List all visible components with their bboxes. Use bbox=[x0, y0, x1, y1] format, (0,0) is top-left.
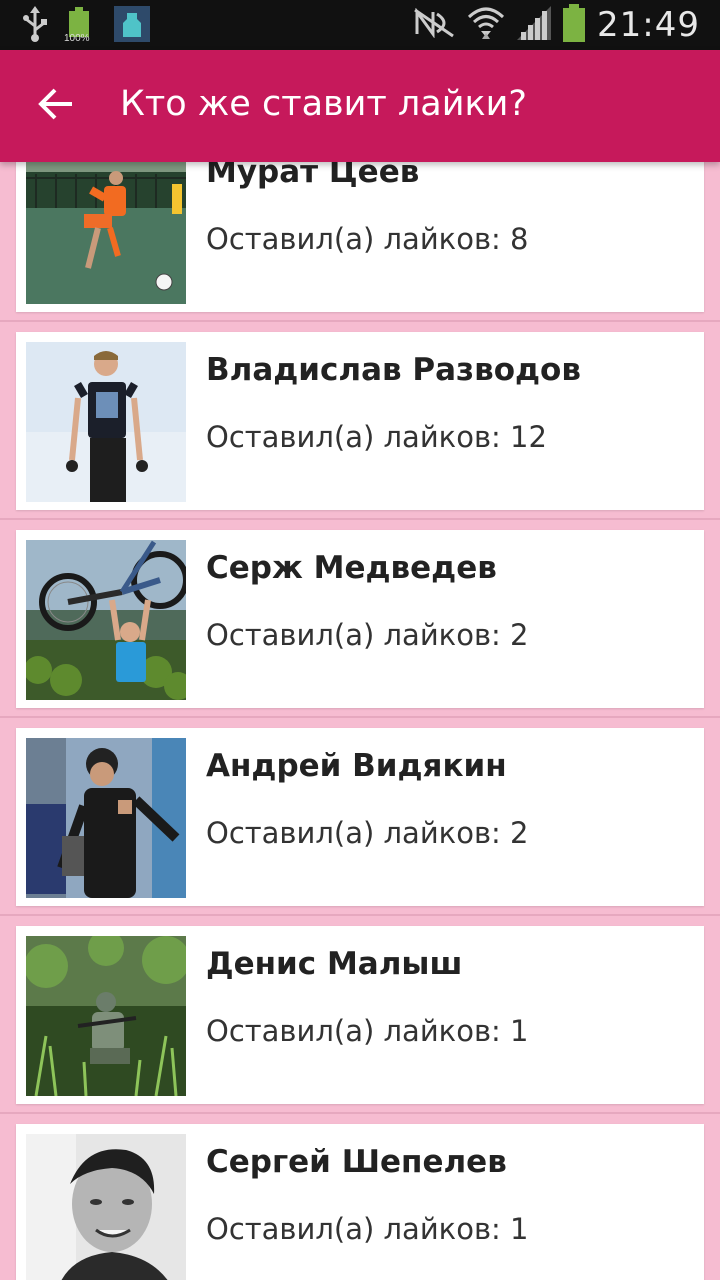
app-notification-icon bbox=[114, 6, 150, 47]
battery-icon bbox=[563, 3, 586, 47]
user-card[interactable]: Серж Медведев Оставил(а) лайков: 2 bbox=[16, 530, 704, 708]
user-name: Андрей Видякин bbox=[206, 748, 507, 784]
likes-count: Оставил(а) лайков: 12 bbox=[206, 420, 547, 454]
likes-count: Оставил(а) лайков: 2 bbox=[206, 816, 529, 850]
users-list-content: Мурат Цеев Оставил(а) лайков: 8 Владисла… bbox=[0, 162, 720, 1280]
avatar[interactable] bbox=[26, 738, 186, 898]
wifi-icon bbox=[467, 5, 505, 46]
likes-count: Оставил(а) лайков: 1 bbox=[206, 1212, 529, 1246]
arrow-left-icon bbox=[38, 88, 74, 125]
user-name: Владислав Разводов bbox=[206, 352, 581, 388]
signal-icon bbox=[517, 5, 552, 45]
battery-percent-label: 100% bbox=[64, 32, 90, 44]
avatar[interactable] bbox=[26, 1134, 186, 1280]
user-card[interactable]: Денис Малыш Оставил(а) лайков: 1 bbox=[16, 926, 704, 1104]
avatar[interactable] bbox=[26, 540, 186, 700]
list-item[interactable]: Сергей Шепелев Оставил(а) лайков: 1 bbox=[0, 1114, 720, 1280]
status-bar-left: 100% bbox=[22, 6, 150, 47]
list-item[interactable]: Денис Малыш Оставил(а) лайков: 1 bbox=[0, 916, 720, 1114]
avatar[interactable] bbox=[26, 936, 186, 1096]
back-button[interactable] bbox=[26, 78, 86, 134]
page-title: Кто же ставит лайки? bbox=[120, 84, 527, 124]
avatar[interactable] bbox=[26, 162, 186, 304]
avatar[interactable] bbox=[26, 342, 186, 502]
status-bar: 100% 21:49 bbox=[0, 0, 720, 50]
likes-count: Оставил(а) лайков: 2 bbox=[206, 618, 529, 652]
list-item[interactable]: Мурат Цеев Оставил(а) лайков: 8 bbox=[0, 162, 720, 322]
status-time: 21:49 bbox=[597, 5, 700, 45]
list-item[interactable]: Серж Медведев Оставил(а) лайков: 2 bbox=[0, 520, 720, 718]
user-name: Серж Медведев bbox=[206, 550, 497, 586]
user-name: Денис Малыш bbox=[206, 946, 463, 982]
user-card[interactable]: Андрей Видякин Оставил(а) лайков: 2 bbox=[16, 728, 704, 906]
likes-count: Оставил(а) лайков: 8 bbox=[206, 222, 529, 256]
user-card[interactable]: Владислав Разводов Оставил(а) лайков: 12 bbox=[16, 332, 704, 510]
app-bar: Кто же ставит лайки? bbox=[0, 50, 720, 162]
user-name: Сергей Шепелев bbox=[206, 1144, 507, 1180]
likes-count: Оставил(а) лайков: 1 bbox=[206, 1014, 529, 1048]
nfc-off-icon bbox=[413, 6, 455, 43]
user-card[interactable]: Сергей Шепелев Оставил(а) лайков: 1 bbox=[16, 1124, 704, 1280]
user-name: Мурат Цеев bbox=[206, 162, 420, 190]
battery-full-icon: 100% bbox=[64, 6, 96, 47]
users-list[interactable]: Мурат Цеев Оставил(а) лайков: 8 Владисла… bbox=[0, 162, 720, 1280]
status-bar-right: 21:49 bbox=[413, 0, 700, 50]
usb-icon bbox=[22, 6, 48, 47]
list-item[interactable]: Андрей Видякин Оставил(а) лайков: 2 bbox=[0, 718, 720, 916]
list-item[interactable]: Владислав Разводов Оставил(а) лайков: 12 bbox=[0, 322, 720, 520]
user-card[interactable]: Мурат Цеев Оставил(а) лайков: 8 bbox=[16, 162, 704, 312]
